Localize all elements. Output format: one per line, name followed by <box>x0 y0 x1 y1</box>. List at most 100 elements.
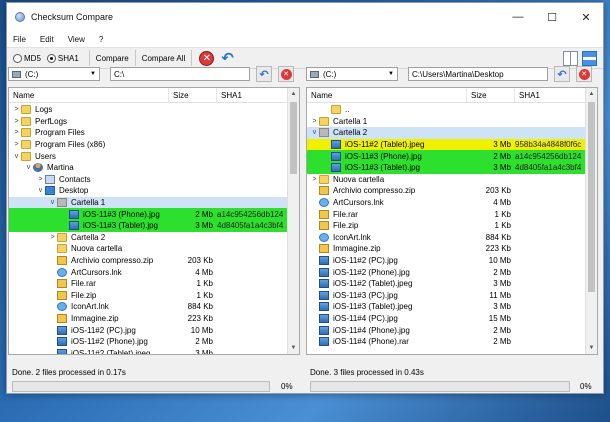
list-item[interactable]: iOS-11#2 (Phone).jpg 2 Mb <box>307 266 585 278</box>
compare-all-button[interactable]: Compare All <box>140 54 188 63</box>
list-item[interactable]: IconArt.lnk 884 Kb <box>307 232 585 244</box>
list-item[interactable]: > Cartella 2 <box>9 232 287 244</box>
expanded-chevron-icon[interactable]: v <box>310 129 319 136</box>
item-size: 3 Mb <box>493 302 511 312</box>
item-name: Archivio compresso.zip <box>71 256 154 266</box>
sha1-radio[interactable] <box>46 53 56 63</box>
list-item[interactable]: iOS-11#4 (Phone).jpg 2 Mb <box>307 324 585 336</box>
list-item[interactable]: iOS-11#3 (Tablet).jpeg 3 Mb <box>307 301 585 313</box>
column-name[interactable]: Name <box>307 88 467 102</box>
expanded-chevron-icon[interactable]: v <box>24 164 33 171</box>
left-stop-button[interactable]: ✕ <box>278 66 294 82</box>
collapsed-chevron-icon[interactable]: > <box>12 106 21 113</box>
left-refresh-button[interactable]: ↶ <box>256 66 272 82</box>
item-size: 2 Mb <box>195 209 213 219</box>
list-item[interactable]: > Nuova cartella <box>307 174 585 186</box>
list-item[interactable]: > Contacts <box>9 174 287 186</box>
img-icon <box>331 151 341 161</box>
collapsed-chevron-icon[interactable]: > <box>12 118 21 125</box>
list-item[interactable]: iOS-11#4 (Phone).rar 2 Mb <box>307 336 585 348</box>
column-size[interactable]: Size <box>467 88 515 102</box>
item-name: iOS-11#3 (Tablet).jpg <box>345 163 420 173</box>
collapsed-chevron-icon[interactable]: > <box>310 176 319 183</box>
right-path-input[interactable] <box>408 67 548 81</box>
md5-radio[interactable] <box>13 53 22 63</box>
list-item[interactable]: iOS-11#2 (PC).jpg 10 Mb <box>307 255 585 267</box>
collapsed-chevron-icon[interactable]: > <box>310 118 319 125</box>
list-item[interactable]: iOS-11#3 (Phone).jpg 2 Mb a14c954256db124 <box>307 150 585 162</box>
close-button[interactable]: ✕ <box>569 3 603 31</box>
left-drive-label: (C:) <box>25 69 39 79</box>
list-item[interactable]: v Cartella 1 <box>9 196 287 209</box>
scroll-thumb[interactable] <box>588 102 595 292</box>
list-item[interactable]: iOS-11#2 (Tablet).jpeg 3 Mb <box>307 278 585 290</box>
list-item[interactable]: Archivio compresso.zip 203 Kb <box>307 185 585 197</box>
item-size: 1 Kb <box>494 221 511 231</box>
list-item[interactable]: > Logs <box>9 104 287 116</box>
list-item[interactable]: v Desktop <box>9 185 287 197</box>
list-item[interactable]: File.zip 1 Kb <box>307 220 585 232</box>
minimize-button[interactable]: — <box>501 3 535 31</box>
menu-file[interactable]: File <box>13 35 26 44</box>
item-name: iOS-11#3 (Phone).jpg <box>345 151 422 161</box>
expanded-chevron-icon[interactable]: v <box>12 153 21 160</box>
left-scrollbar[interactable]: ▲ ▼ <box>287 88 299 354</box>
expanded-chevron-icon[interactable]: v <box>36 187 45 194</box>
list-item[interactable]: File.rar 1 Kb <box>9 278 287 290</box>
column-name[interactable]: Name <box>9 88 169 102</box>
list-item[interactable]: iOS-11#2 (Tablet).jpeg 3 Mb 958b34a4848f0f… <box>307 138 585 151</box>
left-drive-select[interactable]: (C:) ▼ <box>8 67 100 81</box>
collapsed-chevron-icon[interactable]: > <box>12 129 21 136</box>
list-item[interactable]: v Martina <box>9 162 287 174</box>
list-item[interactable]: v Cartella 2 <box>307 127 585 139</box>
menu-help[interactable]: ? <box>99 35 103 44</box>
list-item[interactable]: > Program Files <box>9 127 287 139</box>
list-item[interactable]: .. <box>307 104 585 116</box>
item-sha1: a14c954256db124 <box>515 151 582 161</box>
list-item[interactable]: > Cartella 1 <box>307 116 585 128</box>
list-item[interactable]: Nuova cartella <box>9 243 287 255</box>
menu-edit[interactable]: Edit <box>40 35 54 44</box>
list-item[interactable]: ArtCursors.lnk 4 Mb <box>307 197 585 209</box>
list-item[interactable]: Immagine.zip 223 Kb <box>9 313 287 325</box>
list-item[interactable]: iOS-11#3 (Tablet).jpg 3 Mb 4d8405fa1a4c3bf… <box>307 161 585 174</box>
right-stop-button[interactable]: ✕ <box>576 66 592 82</box>
list-item[interactable]: ArtCursors.lnk 4 Mb <box>9 266 287 278</box>
item-size: 223 Kb <box>485 244 511 254</box>
expanded-chevron-icon[interactable]: v <box>48 199 57 206</box>
menu-view[interactable]: View <box>68 35 85 44</box>
list-item[interactable]: iOS-11#4 (PC).jpg 15 Mb <box>307 313 585 325</box>
scroll-up-icon[interactable]: ▲ <box>586 88 597 100</box>
scroll-up-icon[interactable]: ▲ <box>288 88 299 100</box>
left-path-input[interactable] <box>110 67 250 81</box>
compare-button[interactable]: Compare <box>94 54 131 63</box>
left-file-list[interactable]: Name Size SHA1 > Logs > PerfLogs > Program Fi… <box>8 87 300 355</box>
right-scrollbar[interactable]: ▲ ▼ <box>585 88 597 354</box>
right-drive-select[interactable]: (C:) ▼ <box>306 67 398 81</box>
list-item[interactable]: IconArt.lnk 884 Kb <box>9 301 287 313</box>
collapsed-chevron-icon[interactable]: > <box>48 234 57 241</box>
right-refresh-button[interactable]: ↶ <box>554 66 570 82</box>
list-item[interactable]: iOS-11#3 (PC).jpg 11 Mb <box>307 290 585 302</box>
list-item[interactable]: iOS-11#3 (Tablet).jpg 3 Mb 4d8405fa1a4c3bf… <box>9 219 287 232</box>
img-icon <box>57 348 67 354</box>
list-item[interactable]: > PerfLogs <box>9 116 287 128</box>
column-size[interactable]: Size <box>169 88 217 102</box>
list-item[interactable]: File.zip 1 Kb <box>9 290 287 302</box>
list-item[interactable]: iOS-11#2 (PC).jpg 10 Mb <box>9 324 287 336</box>
scroll-down-icon[interactable]: ▼ <box>586 342 597 354</box>
maximize-button[interactable]: ☐ <box>535 3 569 31</box>
list-item[interactable]: Archivio compresso.zip 203 Kb <box>9 255 287 267</box>
right-file-list[interactable]: Name Size SHA1 .. > Cartella 1 v Cartella 2i… <box>306 87 598 355</box>
scroll-thumb[interactable] <box>290 102 297 174</box>
list-item[interactable]: v Users <box>9 150 287 162</box>
scroll-down-icon[interactable]: ▼ <box>288 342 299 354</box>
list-item[interactable]: iOS-11#3 (Phone).jpg 2 Mb a14c954256db124 <box>9 208 287 220</box>
list-item[interactable]: File.rar 1 Kb <box>307 208 585 220</box>
list-item[interactable]: iOS-11#2 (Phone).jpg 2 Mb <box>9 336 287 348</box>
list-item[interactable]: iOS-11#2 (Tablet).jpeg 3 Mb <box>9 347 287 354</box>
collapsed-chevron-icon[interactable]: > <box>36 176 45 183</box>
list-item[interactable]: Immagine.zip 223 Kb <box>307 243 585 255</box>
list-item[interactable]: > Program Files (x86) <box>9 139 287 151</box>
collapsed-chevron-icon[interactable]: > <box>12 141 21 148</box>
